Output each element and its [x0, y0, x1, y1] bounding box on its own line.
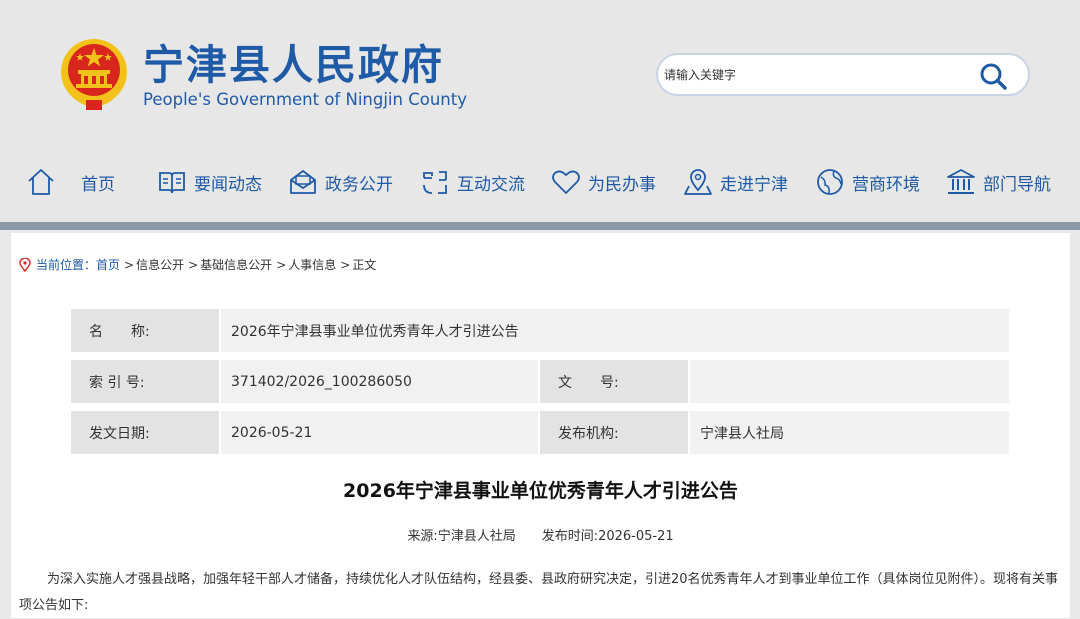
nav-item-services[interactable]: 为民办事 [550, 160, 656, 204]
info-row-name: 名 称: 2026年宁津县事业单位优秀青年人才引进公告 [71, 309, 1009, 352]
header-divider [0, 222, 1080, 230]
home-icon [28, 169, 54, 195]
globe-icon [817, 169, 843, 195]
site-subtitle: People's Government of Ningjin County [143, 90, 467, 109]
info-row-index: 索 引 号: 371402/2026_100286050 文 号: [71, 360, 1009, 403]
interact-icon [423, 171, 447, 194]
org-value: 宁津县人社局 [690, 411, 1009, 454]
nav-item-about[interactable]: 走进宁津 [682, 160, 788, 204]
location-pin-icon [19, 257, 31, 272]
nav-label: 政务公开 [325, 174, 393, 195]
nav-item-interaction[interactable]: 互动交流 [419, 160, 525, 204]
name-value: 2026年宁津县事业单位优秀青年人才引进公告 [221, 309, 1009, 352]
article-title: 2026年宁津县事业单位优秀青年人才引进公告 [343, 480, 738, 502]
nav-item-news[interactable]: 要闻动态 [156, 160, 262, 204]
nav-label: 互动交流 [457, 174, 525, 195]
national-emblem-icon [61, 39, 127, 110]
breadcrumb-link-home[interactable]: 首页 [96, 256, 120, 273]
building-icon [947, 169, 975, 194]
nav-label: 营商环境 [852, 174, 920, 195]
main-content: 当前位置： 首页 > 信息公开 > 基础信息公开 > 人事信息 > 正文 名 称… [11, 233, 1070, 618]
main-nav: 首页 要闻动态 政务公开 互动交流 为民办事 走进宁津 营商环境 部门导航 [0, 160, 1080, 204]
nav-label: 要闻动态 [194, 174, 262, 195]
book-icon [159, 172, 185, 194]
docno-label: 文 号: [540, 360, 688, 403]
org-label: 发布机构: [540, 411, 688, 454]
breadcrumb-separator: > [124, 257, 135, 272]
date-label: 发文日期: [71, 411, 219, 454]
article-body: 为深入实施人才强县战略，加强年轻干部人才储备，持续优化人才队伍结构，经县委、县政… [19, 572, 1059, 613]
search-icon[interactable] [978, 61, 1010, 91]
nav-item-home[interactable]: 首页 [25, 160, 115, 204]
date-value: 2026-05-21 [221, 411, 538, 454]
mail-icon [290, 170, 316, 194]
nav-label: 首页 [81, 174, 115, 195]
breadcrumb-link-basic-info[interactable]: 基础信息公开 [200, 256, 272, 273]
article-source: 来源:宁津县人社局 [407, 529, 516, 544]
nav-label: 走进宁津 [720, 174, 788, 195]
article-meta: 来源:宁津县人社局 发布时间:2026-05-21 [11, 525, 1070, 544]
site-title: 宁津县人民政府 [143, 41, 444, 89]
breadcrumb-separator: > [188, 257, 199, 272]
breadcrumb-link-personnel[interactable]: 人事信息 [288, 256, 336, 273]
index-value: 371402/2026_100286050 [221, 360, 538, 403]
nav-label: 为民办事 [588, 174, 656, 195]
nav-item-departments[interactable]: 部门导航 [945, 160, 1051, 204]
search-input[interactable] [664, 64, 964, 86]
breadcrumb-prefix: 当前位置： [36, 258, 97, 272]
breadcrumb-separator: > [340, 257, 351, 272]
search-box [656, 53, 1030, 96]
info-row-date: 发文日期: 2026-05-21 发布机构: 宁津县人社局 [71, 411, 1009, 454]
docno-value [690, 360, 1009, 403]
site-header: 宁津县人民政府 People's Government of Ningjin C… [0, 0, 1080, 230]
name-label: 名 称: [71, 309, 219, 352]
nav-item-gov-affairs[interactable]: 政务公开 [287, 160, 393, 204]
breadcrumb-current: 正文 [352, 258, 377, 272]
nav-item-business[interactable]: 营商环境 [814, 160, 920, 204]
index-label: 索 引 号: [71, 360, 219, 403]
breadcrumb-link-info[interactable]: 信息公开 [136, 256, 184, 273]
map-pin-icon [684, 169, 712, 195]
breadcrumb-separator: > [276, 257, 287, 272]
article-publish-time: 发布时间:2026-05-21 [541, 529, 674, 544]
heart-icon [552, 170, 580, 194]
breadcrumb: 当前位置： 首页 > 信息公开 > 基础信息公开 > 人事信息 > 正文 [19, 256, 376, 273]
nav-label: 部门导航 [983, 174, 1051, 195]
